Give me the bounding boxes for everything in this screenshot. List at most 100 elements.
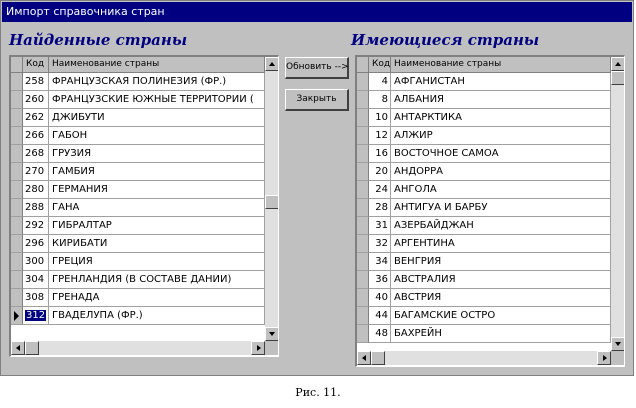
- table-row[interactable]: 20 АНДОРРА: [357, 163, 611, 181]
- scroll-right-button[interactable]: [597, 351, 611, 365]
- row-indicator[interactable]: [357, 91, 369, 109]
- scroll-left-button[interactable]: [11, 341, 25, 355]
- row-indicator[interactable]: [357, 181, 369, 199]
- cell-name[interactable]: ФРАНЦУЗСКАЯ ПОЛИНЕЗИЯ (ФР.): [49, 73, 265, 91]
- table-row[interactable]: 262 ДЖИБУТИ: [11, 109, 265, 127]
- row-indicator[interactable]: [357, 235, 369, 253]
- row-indicator[interactable]: [357, 127, 369, 145]
- cell-code[interactable]: 20: [369, 163, 391, 181]
- scroll-up-button[interactable]: [265, 57, 278, 71]
- cell-name[interactable]: АФГАНИСТАН: [391, 73, 611, 91]
- cell-code[interactable]: 312: [23, 307, 49, 325]
- refresh-button[interactable]: Обновить -->: [285, 57, 349, 79]
- row-indicator[interactable]: [357, 325, 369, 343]
- row-indicator[interactable]: [357, 253, 369, 271]
- table-row[interactable]: 12 АЛЖИР: [357, 127, 611, 145]
- table-row[interactable]: 300 ГРЕЦИЯ: [11, 253, 265, 271]
- cell-code[interactable]: 16: [369, 145, 391, 163]
- row-indicator[interactable]: [357, 307, 369, 325]
- cell-name[interactable]: АНТИГУА И БАРБУ: [391, 199, 611, 217]
- row-indicator[interactable]: [11, 145, 23, 163]
- cell-code[interactable]: 258: [23, 73, 49, 91]
- row-indicator[interactable]: [357, 73, 369, 91]
- row-indicator[interactable]: [11, 253, 23, 271]
- cell-name[interactable]: ФРАНЦУЗСКИЕ ЮЖНЫЕ ТЕРРИТОРИИ (: [49, 91, 265, 109]
- found-horizontal-scrollbar[interactable]: [11, 341, 265, 355]
- row-indicator[interactable]: [11, 163, 23, 181]
- cell-code[interactable]: 308: [23, 289, 49, 307]
- table-row[interactable]: 8 АЛБАНИЯ: [357, 91, 611, 109]
- header-code[interactable]: Код: [369, 57, 391, 73]
- table-row[interactable]: 304 ГРЕНЛАНДИЯ (В СОСТАВЕ ДАНИИ): [11, 271, 265, 289]
- table-row[interactable]: 260 ФРАНЦУЗСКИЕ ЮЖНЫЕ ТЕРРИТОРИИ (: [11, 91, 265, 109]
- row-indicator[interactable]: [357, 109, 369, 127]
- cell-name[interactable]: АНГОЛА: [391, 181, 611, 199]
- cell-code[interactable]: 280: [23, 181, 49, 199]
- existing-vertical-scrollbar[interactable]: [611, 57, 624, 351]
- table-row[interactable]: 296 КИРИБАТИ: [11, 235, 265, 253]
- cell-name[interactable]: БАГАМСКИЕ ОСТРО: [391, 307, 611, 325]
- cell-name[interactable]: АЗЕРБАЙДЖАН: [391, 217, 611, 235]
- table-row[interactable]: 10 АНТАРКТИКА: [357, 109, 611, 127]
- row-indicator[interactable]: [357, 217, 369, 235]
- row-indicator[interactable]: [11, 109, 23, 127]
- row-indicator[interactable]: [357, 199, 369, 217]
- table-row[interactable]: 288 ГАНА: [11, 199, 265, 217]
- row-indicator[interactable]: [11, 73, 23, 91]
- header-name[interactable]: Наименование страны: [49, 57, 265, 73]
- cell-name[interactable]: ГВАДЕЛУПА (ФР.): [49, 307, 265, 325]
- existing-horizontal-scrollbar[interactable]: [357, 351, 611, 365]
- cell-code[interactable]: 296: [23, 235, 49, 253]
- cell-code[interactable]: 262: [23, 109, 49, 127]
- row-indicator[interactable]: [357, 163, 369, 181]
- cell-name[interactable]: АЛБАНИЯ: [391, 91, 611, 109]
- cell-code[interactable]: 266: [23, 127, 49, 145]
- row-indicator[interactable]: [11, 199, 23, 217]
- table-row[interactable]: 16 ВОСТОЧНОЕ САМОА: [357, 145, 611, 163]
- cell-name[interactable]: АВСТРИЯ: [391, 289, 611, 307]
- cell-code[interactable]: 270: [23, 163, 49, 181]
- row-indicator[interactable]: [11, 271, 23, 289]
- cell-name[interactable]: ГРЕНЛАНДИЯ (В СОСТАВЕ ДАНИИ): [49, 271, 265, 289]
- row-indicator[interactable]: [11, 181, 23, 199]
- table-row[interactable]: 280 ГЕРМАНИЯ: [11, 181, 265, 199]
- cell-code[interactable]: 300: [23, 253, 49, 271]
- found-vertical-scrollbar[interactable]: [265, 57, 278, 341]
- scroll-thumb[interactable]: [265, 195, 278, 209]
- cell-code[interactable]: 288: [23, 199, 49, 217]
- table-row[interactable]: 44 БАГАМСКИЕ ОСТРО: [357, 307, 611, 325]
- existing-countries-grid[interactable]: Код Наименование страны 4 АФГАНИСТАН 8 АЛБА…: [355, 55, 625, 367]
- scroll-thumb-horizontal[interactable]: [371, 351, 385, 365]
- table-row[interactable]: 4 АФГАНИСТАН: [357, 73, 611, 91]
- cell-name[interactable]: ГАМБИЯ: [49, 163, 265, 181]
- cell-name[interactable]: КИРИБАТИ: [49, 235, 265, 253]
- table-row[interactable]: 48 БАХРЕЙН: [357, 325, 611, 343]
- cell-name[interactable]: ГИБРАЛТАР: [49, 217, 265, 235]
- cell-code[interactable]: 304: [23, 271, 49, 289]
- row-indicator[interactable]: [11, 289, 23, 307]
- table-row[interactable]: 40 АВСТРИЯ: [357, 289, 611, 307]
- cell-code[interactable]: 260: [23, 91, 49, 109]
- cell-name[interactable]: ГРУЗИЯ: [49, 145, 265, 163]
- cell-name[interactable]: ГРЕНАДА: [49, 289, 265, 307]
- cell-name[interactable]: АНДОРРА: [391, 163, 611, 181]
- row-indicator[interactable]: [11, 127, 23, 145]
- cell-name[interactable]: ВЕНГРИЯ: [391, 253, 611, 271]
- cell-name[interactable]: ГЕРМАНИЯ: [49, 181, 265, 199]
- cell-code[interactable]: 28: [369, 199, 391, 217]
- cell-code[interactable]: 40: [369, 289, 391, 307]
- cell-code[interactable]: 32: [369, 235, 391, 253]
- cell-code[interactable]: 48: [369, 325, 391, 343]
- close-button[interactable]: Закрыть: [285, 89, 349, 111]
- scroll-down-button[interactable]: [611, 337, 624, 351]
- cell-code[interactable]: 34: [369, 253, 391, 271]
- row-indicator[interactable]: [11, 235, 23, 253]
- table-row[interactable]: 308 ГРЕНАДА: [11, 289, 265, 307]
- header-code[interactable]: Код: [23, 57, 49, 73]
- cell-name[interactable]: АЛЖИР: [391, 127, 611, 145]
- table-row[interactable]: 32 АРГЕНТИНА: [357, 235, 611, 253]
- cell-name[interactable]: ГАБОН: [49, 127, 265, 145]
- cell-name[interactable]: ГАНА: [49, 199, 265, 217]
- table-row[interactable]: 312 ГВАДЕЛУПА (ФР.): [11, 307, 265, 325]
- cell-name[interactable]: ГРЕЦИЯ: [49, 253, 265, 271]
